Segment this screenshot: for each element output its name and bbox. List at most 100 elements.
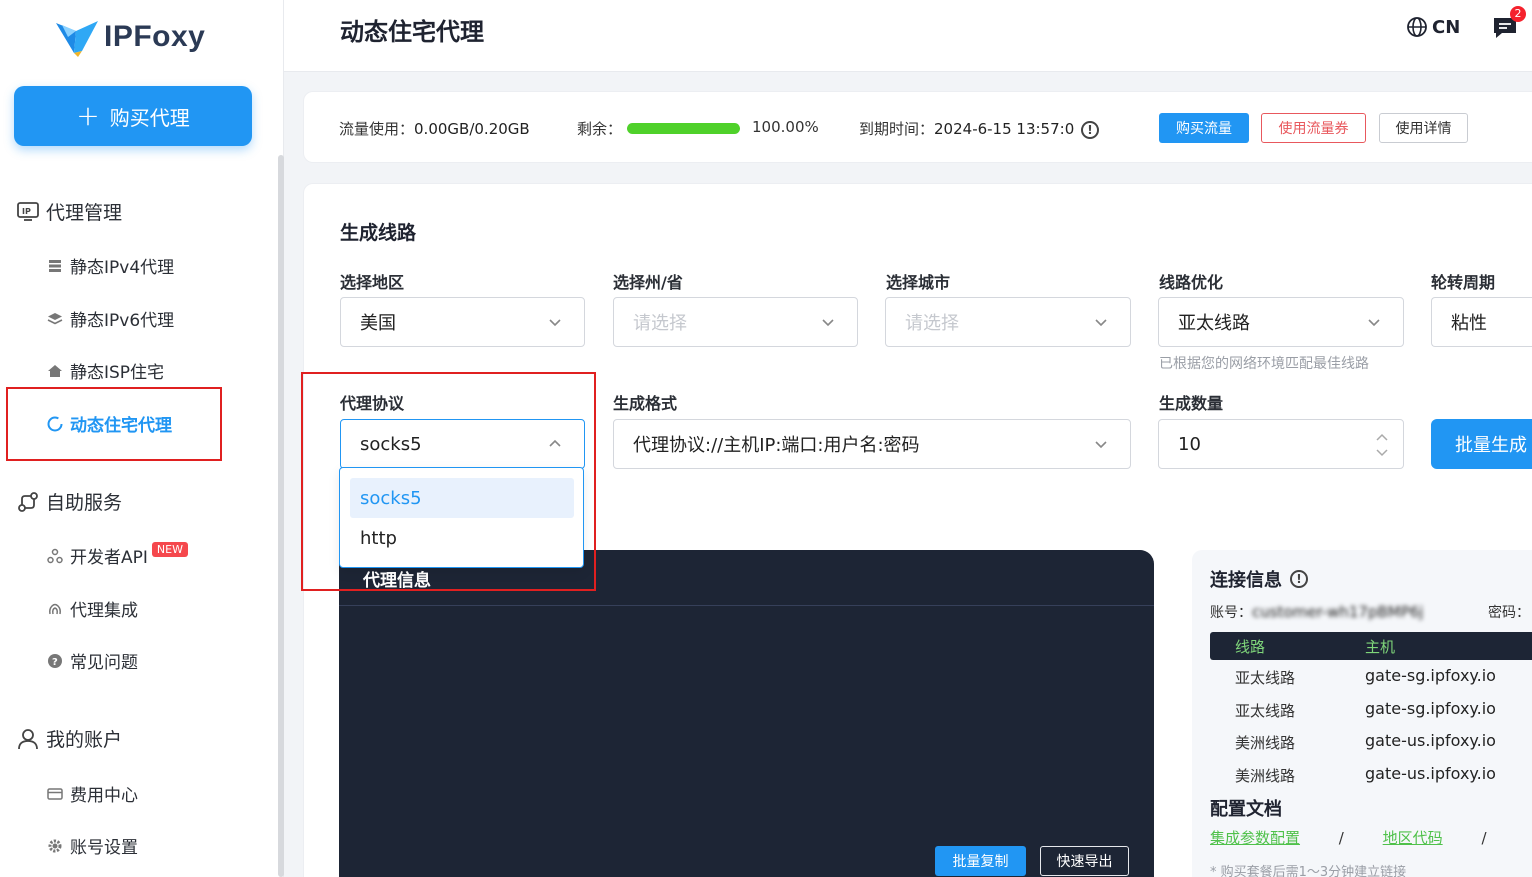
sidebar-item-developer-api[interactable]: 开发者API NEW	[46, 542, 188, 568]
info-icon[interactable]: !	[1081, 120, 1100, 139]
table-row: 美洲线路 gate-us.ipfoxy.io	[1210, 726, 1532, 758]
quick-export-button[interactable]: 快速导出	[1040, 846, 1129, 876]
sidebar-item-billing[interactable]: 费用中心	[46, 781, 138, 806]
batch-generate-button[interactable]: 批量生成	[1431, 419, 1532, 469]
logo[interactable]: IPFoxy	[54, 15, 205, 59]
host-cell[interactable]: gate-us.ipfoxy.io	[1365, 764, 1496, 783]
route-cell: 亚太线路	[1235, 669, 1296, 687]
sidebar: IPFoxy + 购买代理 IP 代理管理 静态IPv4代理 静态IPv6代理 …	[0, 0, 284, 877]
protocol-option-socks5[interactable]: socks5	[350, 478, 574, 518]
route-cell: 美洲线路	[1235, 767, 1296, 785]
nav-group-self-service[interactable]: 自助服务	[16, 488, 122, 515]
section-title: 生成线路	[340, 222, 417, 244]
connection-info-panel: 连接信息 ! 账号：customer-wh17pBMP6j 密码： 线路 主机 …	[1192, 550, 1532, 877]
account-label: 账号：	[1210, 605, 1252, 621]
sidebar-item-label: 代理集成	[70, 601, 138, 621]
buy-proxy-label: 购买代理	[109, 105, 190, 130]
chevron-down-icon	[1095, 441, 1107, 449]
state-label: 选择州/省	[613, 273, 683, 292]
ip-monitor-icon: IP	[16, 200, 40, 224]
messages-button[interactable]: 2	[1492, 6, 1526, 42]
info-icon[interactable]: !	[1290, 570, 1308, 588]
protocol-label: 代理协议	[340, 394, 405, 413]
remaining-value: 100.00%	[752, 118, 819, 136]
plus-icon: +	[76, 99, 100, 132]
state-placeholder: 请选择	[633, 313, 687, 334]
sidebar-item-label: 开发者API	[70, 548, 148, 568]
password-label: 密码：	[1488, 605, 1530, 621]
route-icon	[16, 490, 40, 514]
route-label: 线路优化	[1159, 273, 1224, 292]
sidebar-item-proxy-integration[interactable]: 代理集成	[46, 596, 138, 621]
traffic-label: 流量使用：	[339, 120, 415, 138]
format-select[interactable]: 代理协议://主机IP:端口:用户名:密码	[613, 419, 1131, 469]
nav-group-proxy-management[interactable]: IP 代理管理	[16, 198, 122, 225]
link-separator: /	[1338, 829, 1344, 847]
new-badge: NEW	[151, 542, 188, 557]
buy-traffic-button[interactable]: 购买流量	[1159, 113, 1249, 143]
sidebar-item-dynamic-residential[interactable]: 动态住宅代理	[46, 411, 172, 436]
city-select[interactable]: 请选择	[885, 297, 1131, 347]
integration-params-link[interactable]: 集成参数配置	[1210, 829, 1300, 847]
sidebar-item-label: 静态IPv4代理	[70, 258, 175, 278]
state-select[interactable]: 请选择	[613, 297, 858, 347]
buy-proxy-button[interactable]: + 购买代理	[14, 86, 252, 146]
remaining-label: 剩余：	[577, 120, 623, 138]
home-icon	[46, 362, 64, 380]
route-hint: 已根据您的网络环境匹配最佳线路	[1159, 356, 1369, 372]
column-route: 线路	[1235, 638, 1266, 656]
stepper-icon[interactable]	[1375, 430, 1389, 460]
traffic-usage: 流量使用：0.00GB/0.20GB	[339, 118, 530, 139]
count-label: 生成数量	[1159, 394, 1224, 413]
question-circle-icon: ?	[46, 652, 64, 670]
use-coupon-button[interactable]: 使用流量券	[1261, 113, 1366, 143]
connection-title-text: 连接信息	[1210, 570, 1282, 591]
rotation-select[interactable]: 粘性	[1431, 297, 1532, 347]
sidebar-scrollbar[interactable]	[278, 155, 284, 877]
connection-table-header: 线路 主机	[1210, 632, 1532, 660]
fox-logo-icon	[54, 17, 100, 57]
sidebar-item-static-isp[interactable]: 静态ISP住宅	[46, 358, 164, 383]
svg-text:?: ?	[52, 657, 58, 668]
column-host: 主机	[1365, 638, 1396, 656]
route-cell: 亚太线路	[1235, 702, 1296, 720]
region-code-link[interactable]: 地区代码	[1383, 829, 1443, 847]
sidebar-item-label: 静态ISP住宅	[70, 363, 165, 383]
sidebar-item-static-ipv6[interactable]: 静态IPv6代理	[46, 306, 174, 331]
fingerprint-icon	[46, 600, 64, 618]
gear-icon	[46, 837, 64, 855]
protocol-value: socks5	[360, 433, 422, 455]
sidebar-item-faq[interactable]: ? 常见问题	[46, 648, 138, 673]
protocol-option-http[interactable]: http	[350, 518, 574, 558]
region-select[interactable]: 美国	[340, 297, 585, 347]
route-cell: 美洲线路	[1235, 734, 1296, 752]
language-switch[interactable]: CN	[1406, 16, 1460, 38]
sidebar-item-account-settings[interactable]: 账号设置	[46, 833, 138, 858]
host-cell[interactable]: gate-us.ipfoxy.io	[1365, 731, 1496, 750]
count-input[interactable]: 10	[1158, 419, 1404, 469]
route-select[interactable]: 亚太线路	[1158, 297, 1404, 347]
api-nodes-icon	[46, 547, 64, 565]
table-row: 亚太线路 gate-sg.ipfoxy.io	[1210, 661, 1532, 693]
nav-group-my-account[interactable]: 我的账户	[16, 725, 122, 752]
host-cell[interactable]: gate-sg.ipfoxy.io	[1365, 666, 1496, 685]
nav-group-label: 代理管理	[46, 202, 123, 224]
remaining-progress-bar	[627, 123, 740, 134]
batch-copy-button[interactable]: 批量复制	[935, 846, 1026, 876]
protocol-select[interactable]: socks5	[340, 419, 585, 469]
chevron-down-icon	[1095, 319, 1107, 327]
sidebar-item-static-ipv4[interactable]: 静态IPv4代理	[46, 253, 174, 278]
route-value: 亚太线路	[1178, 313, 1250, 334]
rotation-value: 粘性	[1451, 313, 1487, 334]
rotation-label: 轮转周期	[1431, 273, 1496, 292]
traffic-value: 0.00GB/0.20GB	[414, 120, 530, 138]
svg-text:IP: IP	[22, 207, 31, 216]
city-label: 选择城市	[886, 273, 951, 292]
table-row: 美洲线路 gate-us.ipfoxy.io	[1210, 759, 1532, 791]
chevron-up-icon	[549, 439, 561, 447]
sidebar-item-label: 动态住宅代理	[70, 416, 172, 436]
usage-details-button[interactable]: 使用详情	[1379, 113, 1468, 143]
region-label: 选择地区	[340, 273, 405, 292]
host-cell[interactable]: gate-sg.ipfoxy.io	[1365, 699, 1496, 718]
count-value: 10	[1178, 433, 1201, 455]
